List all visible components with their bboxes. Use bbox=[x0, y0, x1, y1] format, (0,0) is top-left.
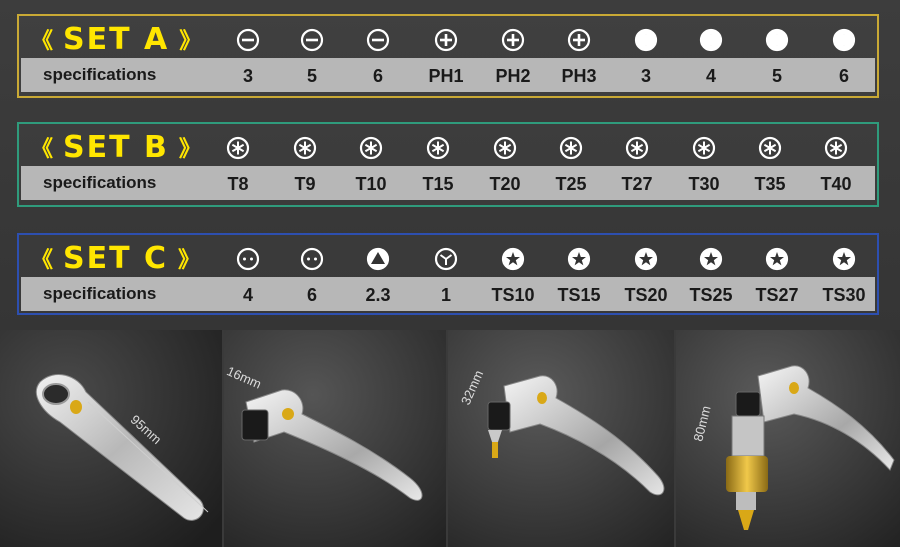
spec-value: 4 bbox=[242, 285, 254, 305]
star-icon bbox=[699, 247, 723, 271]
spec-value: PH1 bbox=[428, 66, 464, 86]
star-icon bbox=[832, 247, 856, 271]
spec-value: 5 bbox=[306, 66, 318, 86]
set-a-icons bbox=[19, 27, 877, 53]
spec-value: T25 bbox=[555, 174, 587, 194]
torx-icon bbox=[426, 136, 450, 160]
spec-value: TS15 bbox=[557, 285, 601, 305]
photo-head-16mm: 16mm bbox=[224, 330, 446, 547]
spec-value: TS20 bbox=[624, 285, 668, 305]
torx-icon bbox=[359, 136, 383, 160]
ratchet-image bbox=[224, 330, 446, 547]
spec-value: PH3 bbox=[561, 66, 597, 86]
slotted-icon bbox=[236, 28, 260, 52]
spec-value: TS25 bbox=[689, 285, 733, 305]
spec-value: 5 bbox=[771, 66, 783, 86]
star-icon bbox=[501, 247, 525, 271]
ratchet-image bbox=[0, 330, 222, 547]
spec-value: 1 bbox=[440, 285, 452, 305]
torx-icon bbox=[824, 136, 848, 160]
torx-icon bbox=[293, 136, 317, 160]
hex-icon bbox=[832, 28, 856, 52]
tri-wing-icon bbox=[434, 247, 458, 271]
set-c-spec-bar: specifications 4 6 2.3 1 TS10 TS15 TS20 TS25 TS2… bbox=[21, 277, 875, 311]
spec-value: T9 bbox=[294, 174, 316, 194]
hex-icon bbox=[634, 28, 658, 52]
set-a-box: 《 SET A 》 specifications 3 5 6 PH1 PH2 PH3 3 4 5… bbox=[17, 14, 879, 98]
torx-icon bbox=[493, 136, 517, 160]
torx-icon bbox=[692, 136, 716, 160]
spec-value: 6 bbox=[838, 66, 850, 86]
ratchet-image bbox=[676, 330, 900, 547]
phillips-icon bbox=[501, 28, 525, 52]
torx-icon bbox=[226, 136, 250, 160]
spec-value: T15 bbox=[422, 174, 454, 194]
spanner-icon bbox=[300, 247, 324, 271]
photo-extension-80mm: 80mm bbox=[676, 330, 900, 547]
torx-icon bbox=[625, 136, 649, 160]
spec-label: specifications bbox=[43, 65, 157, 84]
torx-icon bbox=[758, 136, 782, 160]
hex-icon bbox=[699, 28, 723, 52]
slotted-icon bbox=[366, 28, 390, 52]
spec-value: T8 bbox=[227, 174, 249, 194]
spec-value: PH2 bbox=[495, 66, 531, 86]
hex-icon bbox=[765, 28, 789, 52]
spec-value: TS27 bbox=[755, 285, 799, 305]
spec-value: 4 bbox=[705, 66, 717, 86]
spec-value: T30 bbox=[688, 174, 720, 194]
spec-value: T27 bbox=[621, 174, 653, 194]
triangle-icon bbox=[366, 247, 390, 271]
spec-panel: 《 SET A 》 specifications 3 5 6 PH1 PH2 PH3 3 4 5… bbox=[0, 0, 900, 330]
star-icon bbox=[765, 247, 789, 271]
spec-label: specifications bbox=[43, 173, 157, 192]
product-photos: 95mm 16mm 32mm 80mm bbox=[0, 330, 900, 547]
set-b-icons bbox=[19, 135, 877, 161]
phillips-icon bbox=[434, 28, 458, 52]
spec-label: specifications bbox=[43, 284, 157, 303]
set-b-spec-bar: specifications T8 T9 T10 T15 T20 T25 T27 T30 T35… bbox=[21, 166, 875, 200]
phillips-icon bbox=[567, 28, 591, 52]
photo-bit-32mm: 32mm bbox=[448, 330, 674, 547]
spec-value: 3 bbox=[640, 66, 652, 86]
spec-value: T20 bbox=[489, 174, 521, 194]
set-c-icons bbox=[19, 246, 877, 272]
spec-value: TS30 bbox=[822, 285, 866, 305]
ratchet-image bbox=[448, 330, 674, 547]
spec-value: 3 bbox=[242, 66, 254, 86]
spec-value: 6 bbox=[372, 66, 384, 86]
spec-value: T40 bbox=[820, 174, 852, 194]
photo-full-ratchet: 95mm bbox=[0, 330, 222, 547]
spec-value: T35 bbox=[754, 174, 786, 194]
spec-value: TS10 bbox=[491, 285, 535, 305]
slotted-icon bbox=[300, 28, 324, 52]
star-icon bbox=[634, 247, 658, 271]
star-icon bbox=[567, 247, 591, 271]
set-c-box: 《 SET C 》 specifications 4 6 2.3 1 TS10 TS15 T… bbox=[17, 233, 879, 315]
spanner-icon bbox=[236, 247, 260, 271]
torx-icon bbox=[559, 136, 583, 160]
spec-value: 6 bbox=[306, 285, 318, 305]
set-b-box: 《 SET B 》 specifications T8 T9 T10 T15 T20 T2… bbox=[17, 122, 879, 207]
spec-value: 2.3 bbox=[365, 285, 391, 305]
spec-value: T10 bbox=[355, 174, 387, 194]
set-a-spec-bar: specifications 3 5 6 PH1 PH2 PH3 3 4 5 6 bbox=[21, 58, 875, 92]
